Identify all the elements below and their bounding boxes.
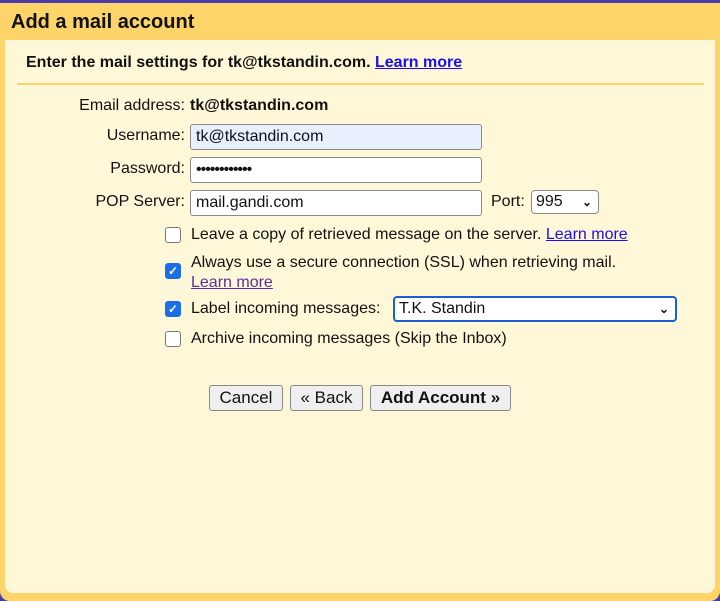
port-value: 995 bbox=[536, 193, 563, 210]
dialog-body: Enter the mail settings for tk@tkstandin… bbox=[5, 40, 715, 593]
ssl-option: Always use a secure connection (SSL) whe… bbox=[191, 253, 616, 293]
add-mail-account-dialog: Add a mail account Enter the mail settin… bbox=[0, 3, 720, 601]
leave-copy-label: Leave a copy of retrieved message on the… bbox=[191, 226, 542, 243]
cancel-button[interactable]: Cancel bbox=[209, 385, 283, 411]
email-address-row: Email address: bbox=[5, 97, 185, 115]
leave-copy-learn-more-link[interactable]: Learn more bbox=[546, 226, 628, 243]
label-select[interactable]: T.K. Standin ⌄ bbox=[393, 296, 677, 322]
add-account-button[interactable]: Add Account » bbox=[370, 385, 511, 411]
email-address-label: Email address: bbox=[79, 97, 185, 114]
intro-learn-more-link[interactable]: Learn more bbox=[375, 54, 462, 71]
pop-server-input[interactable]: mail.gandi.com bbox=[190, 190, 482, 216]
port-label: Port: bbox=[491, 193, 525, 210]
label-select-value: T.K. Standin bbox=[399, 300, 486, 317]
separator bbox=[17, 83, 704, 85]
username-input[interactable]: tk@tkstandin.com bbox=[190, 124, 482, 150]
leave-copy-checkbox[interactable] bbox=[165, 227, 181, 243]
email-address-value: tk@tkstandin.com bbox=[190, 97, 329, 114]
port-select[interactable]: 995 ⌄ bbox=[531, 190, 599, 214]
archive-checkbox[interactable] bbox=[165, 331, 181, 347]
chevron-down-icon: ⌄ bbox=[658, 302, 669, 316]
dialog-title: Add a mail account bbox=[11, 11, 195, 33]
ssl-checkbox[interactable]: ✓ bbox=[165, 263, 181, 279]
archive-label: Archive incoming messages (Skip the Inbo… bbox=[191, 330, 507, 347]
back-button[interactable]: « Back bbox=[290, 385, 363, 411]
ssl-label: Always use a secure connection (SSL) whe… bbox=[191, 254, 617, 271]
label-incoming-checkbox[interactable]: ✓ bbox=[165, 301, 181, 317]
leave-copy-option: Leave a copy of retrieved message on the… bbox=[191, 226, 628, 244]
label-incoming-label: Label incoming messages: bbox=[191, 300, 381, 317]
intro-text: Enter the mail settings for tk@tkstandin… bbox=[26, 54, 462, 72]
chevron-down-icon: ⌄ bbox=[581, 195, 592, 209]
ssl-learn-more-link[interactable]: Learn more bbox=[191, 274, 273, 291]
intro-label: Enter the mail settings for tk@tkstandin… bbox=[26, 54, 371, 71]
password-label: Password: bbox=[110, 160, 185, 177]
pop-server-label: POP Server: bbox=[95, 193, 185, 210]
password-input[interactable]: •••••••••••• bbox=[190, 157, 482, 183]
username-label: Username: bbox=[106, 127, 185, 144]
